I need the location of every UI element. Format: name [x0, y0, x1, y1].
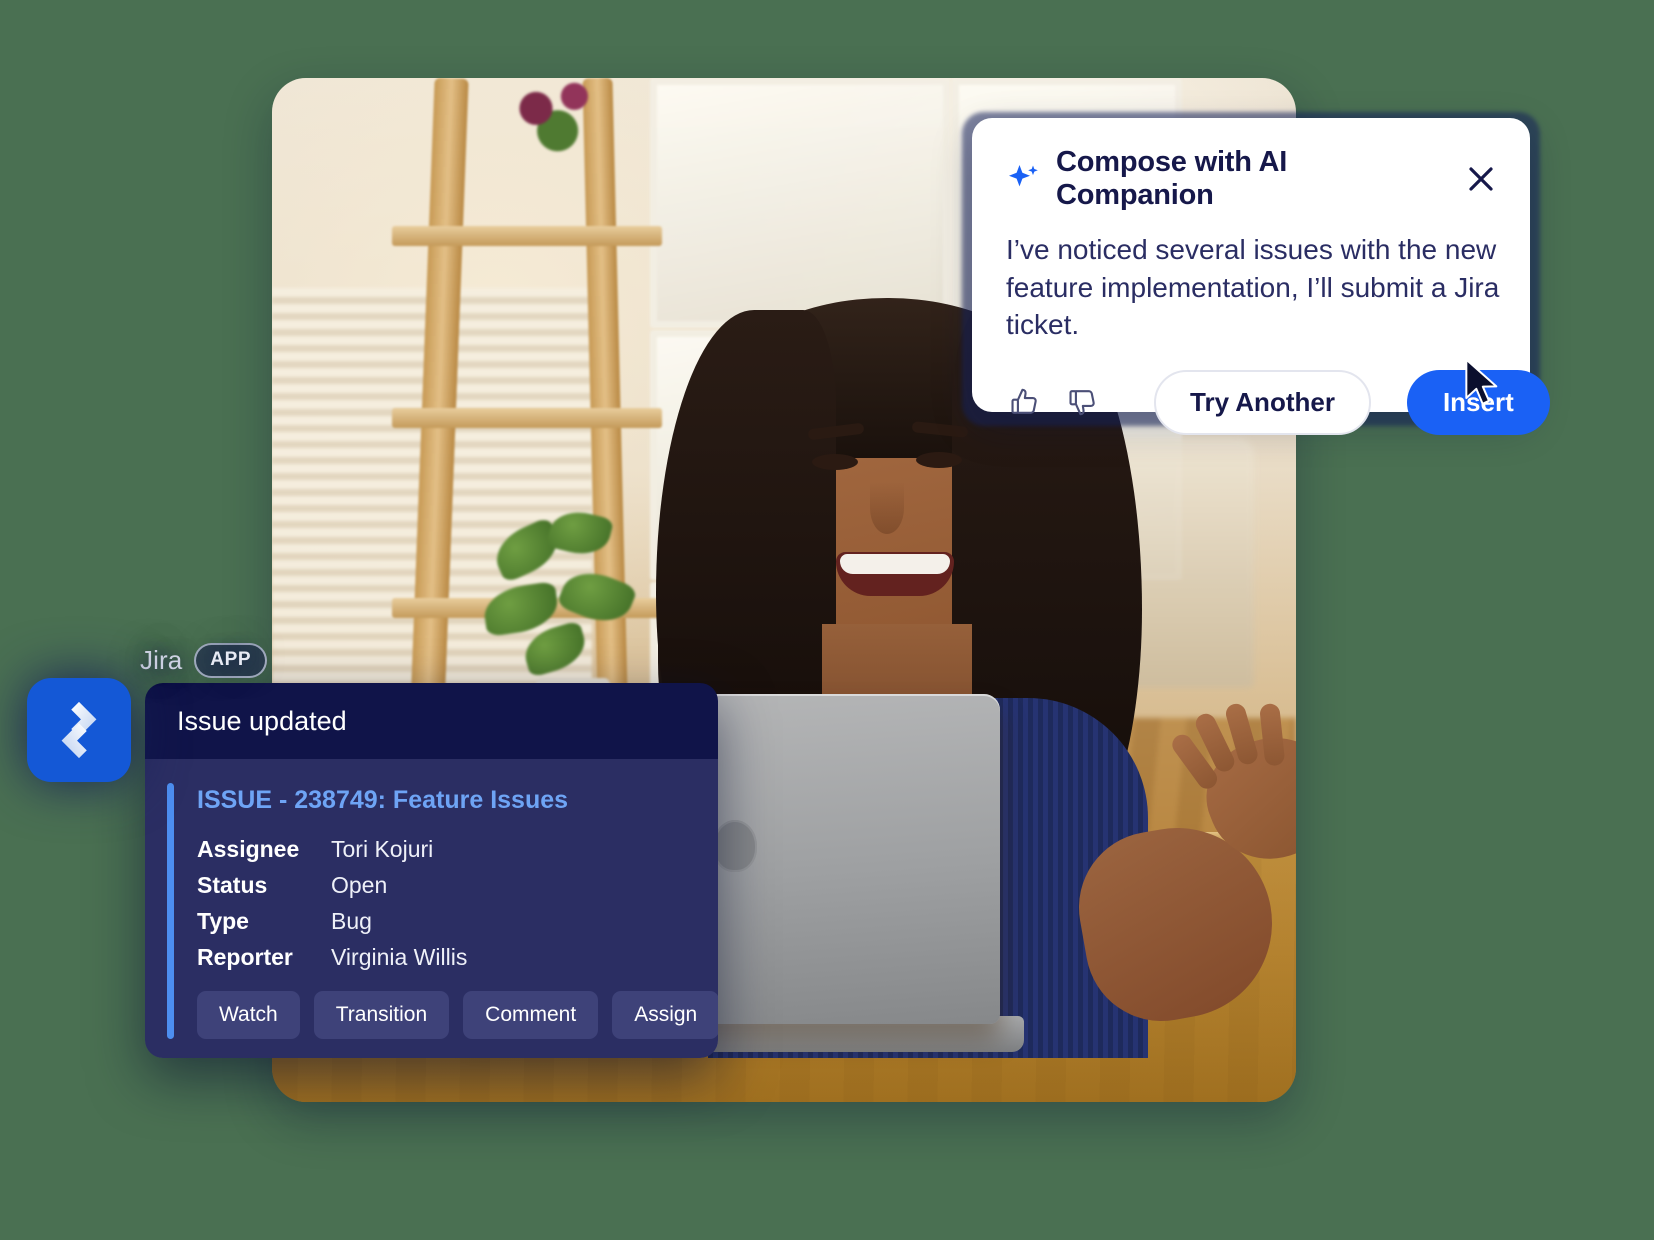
stage: Jira APP Issue updated ISSUE - 238749: F…	[0, 0, 1654, 1240]
jira-notification-card: Issue updated ISSUE - 238749: Feature Is…	[145, 683, 718, 1058]
plant-leaf	[545, 505, 615, 561]
jira-app-badge: APP	[194, 643, 268, 678]
ai-card-footer: Try Another Insert	[1006, 369, 1550, 435]
flower-vase	[500, 78, 620, 160]
jira-logo-icon	[27, 678, 131, 782]
jira-app-label: Jira APP	[140, 643, 268, 678]
mouth	[836, 552, 954, 596]
jira-field-value-assignee: Tori Kojuri	[331, 836, 434, 862]
accent-bar	[167, 783, 174, 1039]
jira-app-name: Jira	[140, 645, 183, 675]
shelf-board	[392, 226, 662, 246]
ai-companion-card: Compose with AI Companion I’ve noticed s…	[972, 118, 1550, 435]
jira-field-value-reporter: Virginia Willis	[331, 944, 468, 970]
sparkle-icon	[1006, 162, 1040, 196]
jira-logo-tile[interactable]	[27, 678, 131, 782]
jira-field-label-reporter: Reporter	[197, 944, 293, 970]
eye	[812, 454, 858, 470]
laptop-logo	[713, 819, 757, 872]
jira-card-body: ISSUE - 238749: Feature Issues Assignee …	[145, 759, 718, 1058]
jira-field-label-status: Status	[197, 872, 268, 898]
jira-field-value-type: Bug	[331, 908, 372, 934]
eye	[916, 452, 962, 468]
finger	[1259, 702, 1286, 767]
jira-field-row: Reporter Virginia Willis	[197, 944, 688, 971]
transition-button[interactable]: Transition	[313, 991, 450, 1039]
jira-field-label-assignee: Assignee	[197, 836, 300, 862]
close-icon[interactable]	[1462, 160, 1500, 198]
jira-field-row: Assignee Tori Kojuri	[197, 836, 688, 863]
jira-issue-link[interactable]: ISSUE - 238749: Feature Issues	[197, 786, 688, 815]
jira-field-value-status: Open	[331, 872, 388, 898]
jira-card-header: Issue updated	[145, 683, 718, 759]
jira-card-title: Issue updated	[177, 705, 347, 736]
jira-action-bar: Watch Transition Comment Assign	[197, 991, 718, 1039]
assign-button[interactable]: Assign	[612, 991, 718, 1039]
ai-card-header: Compose with AI Companion	[1006, 146, 1500, 212]
jira-field-list: Assignee Tori Kojuri Status Open Type Bu…	[197, 836, 688, 971]
jira-field-row: Type Bug	[197, 908, 688, 935]
jira-field-label-type: Type	[197, 908, 249, 934]
try-another-button[interactable]: Try Another	[1154, 369, 1371, 435]
ai-suggestion-text: I’ve noticed several issues with the new…	[1006, 234, 1500, 341]
thumbs-down-icon[interactable]	[1064, 383, 1102, 421]
insert-button[interactable]: Insert	[1406, 369, 1550, 435]
jira-field-row: Status Open	[197, 872, 688, 899]
teeth	[840, 554, 950, 574]
thumbs-up-icon[interactable]	[1006, 383, 1044, 421]
nose	[870, 482, 904, 534]
ai-card-title: Compose with AI Companion	[1056, 146, 1288, 211]
watch-button[interactable]: Watch	[197, 991, 300, 1039]
comment-button[interactable]: Comment	[463, 991, 599, 1039]
